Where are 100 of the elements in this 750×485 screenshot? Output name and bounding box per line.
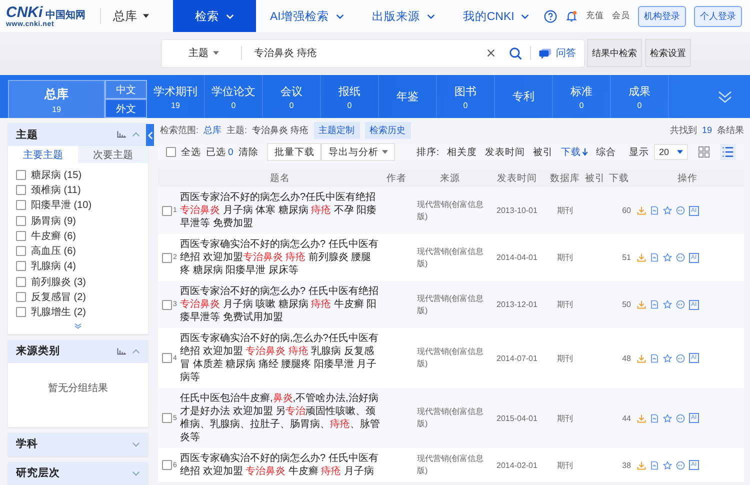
category-link[interactable]: 年鉴	[396, 89, 418, 104]
search-field[interactable]: 主题 专治鼻炎 痔疮 问答	[162, 40, 584, 66]
filter-option[interactable]: 乳腺增生 (2)	[31, 305, 86, 320]
filter-option[interactable]: 糖尿病 (15)	[31, 168, 82, 182]
source-text[interactable]: 现代营销(创富信息版)	[413, 406, 487, 430]
bar-chart-icon[interactable]	[117, 348, 126, 355]
document-icon[interactable]	[650, 253, 659, 262]
checkbox[interactable]	[16, 200, 26, 210]
quote-icon[interactable]	[676, 414, 685, 422]
category-link[interactable]: 图书	[454, 84, 476, 98]
nav-tab[interactable]: 我的CNKI	[448, 0, 544, 32]
download-icon[interactable]	[637, 354, 646, 362]
library-menu[interactable]: 总库	[100, 8, 159, 24]
topic-tab[interactable]: 次要主题	[78, 146, 148, 163]
filter-option[interactable]: 前列腺炎 (3)	[31, 274, 86, 289]
source-text[interactable]: 现代营销(创富信息版)	[413, 198, 487, 222]
download-icon[interactable]	[637, 206, 646, 215]
header-link[interactable]: 充值	[586, 10, 604, 22]
download-icon[interactable]	[637, 460, 646, 470]
checkbox[interactable]	[16, 292, 26, 302]
select-all-label[interactable]: 全选	[181, 146, 201, 158]
qa-button[interactable]: 问答	[530, 46, 584, 60]
download-icon[interactable]	[637, 300, 646, 309]
search-option-button[interactable]: 结果中检索	[587, 39, 642, 67]
star-icon[interactable]	[663, 460, 672, 470]
checkbox[interactable]	[16, 184, 26, 195]
document-icon[interactable]	[650, 414, 659, 422]
search-icon[interactable]	[509, 46, 522, 60]
checkbox[interactable]	[162, 413, 172, 423]
category-link[interactable]: 报纸	[338, 84, 360, 98]
chevron-icon[interactable]	[132, 348, 140, 354]
category-link[interactable]: 专利	[512, 89, 534, 104]
quote-icon[interactable]	[676, 206, 685, 215]
document-icon[interactable]	[650, 460, 659, 470]
source-text[interactable]: 现代营销(创富信息版)	[413, 292, 487, 316]
article-title-link[interactable]: 西医专家确实治不好的病怎么办? 任氏中医有绝招 欢迎加盟专治鼻炎 痔疮 前列腺炎 腰腿疼 糖尿病 阳痿早泄 尿床等	[180, 238, 380, 277]
checkbox[interactable]	[16, 261, 26, 272]
filter-option[interactable]: 高血压 (6)	[31, 244, 76, 258]
document-icon[interactable]	[650, 300, 659, 309]
double-chevron-icon[interactable]	[718, 90, 732, 102]
filter-option[interactable]: 乳腺病 (4)	[31, 259, 76, 274]
quote-icon[interactable]	[676, 354, 685, 362]
scope-link[interactable]: 总库	[204, 124, 222, 136]
sort-option[interactable]: 相关度	[446, 146, 477, 158]
filter-option[interactable]: 反复感冒 (2)	[31, 290, 86, 304]
quote-icon[interactable]	[676, 253, 685, 262]
search-option-button[interactable]: 检索设置	[645, 39, 691, 67]
login-button[interactable]: 机构登录	[638, 6, 686, 26]
nav-tab[interactable]: 出版来源	[358, 0, 449, 32]
close-icon[interactable]	[487, 49, 495, 57]
article-title-link[interactable]: 西医专家确实治不好的病,怎么办?任氏中医有绝招 欢迎加盟 专治鼻炎 痔疮 乳腺病 反复感冒 体质差 糖尿病 痛经 腰腿疼 阳痿早泄 月子病等	[180, 332, 380, 384]
expand-icon[interactable]	[74, 322, 82, 329]
chevron-icon[interactable]	[132, 470, 140, 476]
source-text[interactable]: 现代营销(创富信息版)	[413, 246, 487, 270]
total-library-card[interactable]: 总库 19	[8, 80, 105, 118]
toolbar-button[interactable]: 导出与分析	[321, 143, 396, 161]
article-title-link[interactable]: 西医专家治不好的病怎么办?任氏中医有绝招 专治鼻炎 月子病 体寒 糖尿病 痔疮 不孕 阳痿早泄等 免费加盟	[180, 191, 380, 230]
article-title-link[interactable]: 西医专家治不好的病怎么办? 任氏中医有绝招 专治鼻炎 月子病 咳嗽 糖尿病 痔疮 牛皮癣 阳痿早泄等 免费试用加盟	[180, 285, 380, 324]
checkbox[interactable]	[16, 230, 26, 241]
nav-tab[interactable]: AI增强检索	[256, 0, 358, 32]
category-link[interactable]: 学位论文	[212, 84, 256, 98]
checkbox[interactable]	[166, 147, 176, 157]
checkbox[interactable]	[16, 170, 26, 180]
filter-option[interactable]: 肠胃病 (9)	[31, 214, 76, 228]
page-size-select[interactable]: 20	[654, 144, 688, 160]
checkbox[interactable]	[162, 206, 172, 216]
category-link[interactable]: 学术期刊	[154, 84, 198, 98]
article-title-link[interactable]: 任氏中医包治牛皮癣,鼻炎,不管啥办法,治好病才是好办法 欢迎加盟 另专治顽固性咳嗽、颈椎病、乳腺病、拉肚子、肠胃病、痔疮、脉管炎等	[180, 392, 380, 444]
article-title-link[interactable]: 西医专家确实治不好的病怎么办? 任氏中医有绝招 欢迎加盟 专治鼻炎 牛皮癣 痔疮 月子病	[180, 452, 380, 478]
star-icon[interactable]	[663, 253, 672, 262]
chevron-icon[interactable]	[132, 442, 140, 447]
checkbox[interactable]	[16, 307, 26, 318]
filter-option[interactable]: 牛皮癣 (6)	[31, 228, 76, 243]
sort-option[interactable]: 发表时间	[484, 146, 525, 158]
clear-link[interactable]: 清除	[238, 146, 258, 158]
checkbox[interactable]	[16, 246, 26, 256]
checkbox[interactable]	[162, 300, 172, 310]
category-link[interactable]: 标准	[570, 84, 592, 98]
star-icon[interactable]	[663, 300, 672, 309]
grid-view-button[interactable]	[696, 144, 712, 160]
help-icon[interactable]	[544, 10, 557, 22]
nav-tab[interactable]: 检索	[173, 0, 256, 32]
bar-chart-icon[interactable]	[117, 131, 126, 138]
quote-icon[interactable]	[676, 460, 685, 470]
login-button[interactable]: 个人登录	[694, 6, 742, 26]
checkbox[interactable]	[162, 353, 172, 363]
star-icon[interactable]	[663, 414, 672, 422]
sort-option[interactable]: 综合	[596, 146, 616, 158]
panel-header[interactable]: 研究层次	[8, 462, 148, 485]
panel-header[interactable]: 学科	[8, 432, 148, 456]
checkbox[interactable]	[16, 216, 26, 226]
category-link[interactable]: 成果	[628, 84, 650, 98]
checkbox[interactable]	[162, 460, 172, 470]
toolbar-button[interactable]: 批量下载	[267, 143, 322, 161]
quote-icon[interactable]	[676, 300, 685, 309]
filter-option[interactable]: 颈椎病 (11)	[31, 182, 81, 197]
panel-header[interactable]: 主题	[8, 123, 148, 146]
tag-button[interactable]: 检索历史	[364, 122, 411, 138]
sort-option[interactable]: 被引	[532, 146, 553, 158]
document-icon[interactable]	[650, 206, 659, 215]
